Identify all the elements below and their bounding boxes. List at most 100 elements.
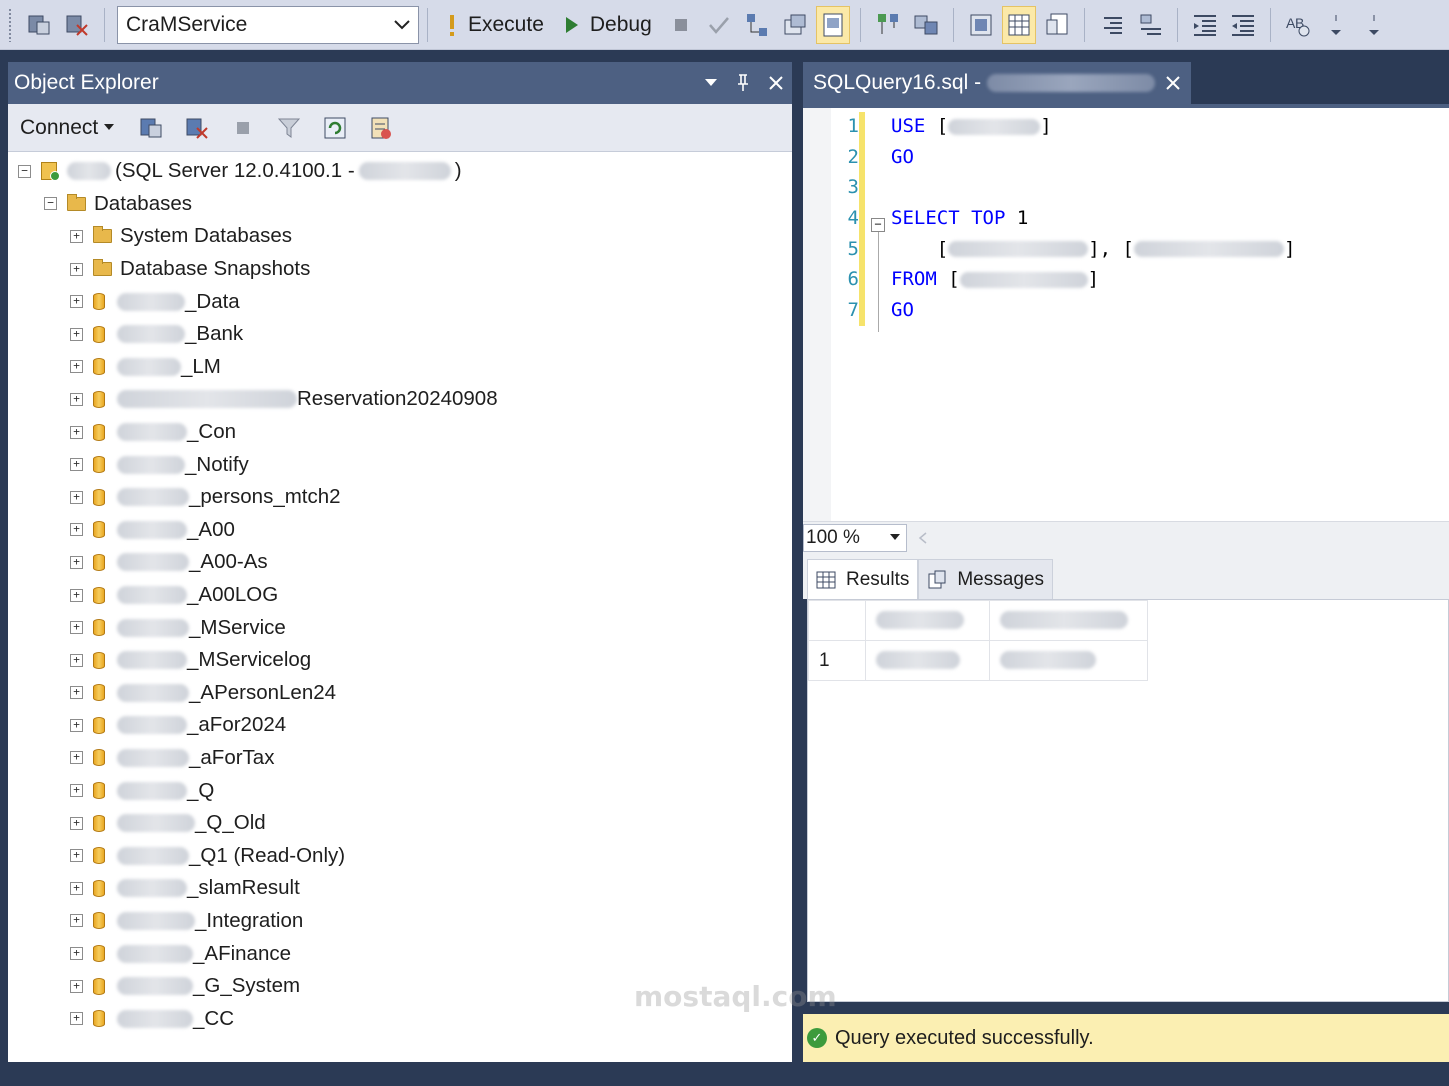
close-icon[interactable] (768, 75, 784, 91)
grid-cell[interactable] (989, 640, 1148, 681)
connect-icon[interactable] (134, 109, 168, 147)
expand-icon[interactable]: + (70, 490, 83, 504)
refresh-icon[interactable] (318, 109, 352, 147)
connect-object-explorer-icon[interactable] (22, 6, 56, 44)
tree-node-database[interactable]: + _LM (8, 351, 792, 384)
tree-node-database[interactable]: + _MService (8, 611, 792, 644)
results-to-file-icon[interactable] (815, 5, 850, 44)
expand-icon[interactable]: + (70, 327, 83, 341)
stop-icon[interactable] (226, 109, 260, 147)
toolbar-overflow-chevron-icon[interactable] (1319, 6, 1353, 44)
expand-icon[interactable]: + (70, 588, 83, 602)
expand-icon[interactable]: + (70, 523, 83, 537)
expand-icon[interactable]: + (70, 392, 83, 406)
client-stats-icon[interactable] (964, 6, 998, 44)
tree-node-database[interactable]: + _Q_Old (8, 807, 792, 840)
tree-node-database[interactable]: + _AFinance (8, 937, 792, 970)
pin-icon[interactable] (736, 73, 750, 93)
tab-results[interactable]: Results (807, 559, 919, 599)
parse-checkmark-icon[interactable] (702, 6, 736, 44)
tree-node-database[interactable]: + _A00LOG (8, 579, 792, 612)
tree-node-database-snapshots[interactable]: + Database Snapshots (8, 253, 792, 286)
activity-monitor-icon[interactable] (364, 109, 398, 147)
stop-icon[interactable] (664, 6, 698, 44)
tree-node-database[interactable]: + _Con (8, 416, 792, 449)
row-number[interactable]: 1 (808, 640, 866, 681)
tree-node-server[interactable]: − (SQL Server 12.0.4100.1 - ) (8, 155, 792, 188)
filter-icon[interactable] (272, 109, 306, 147)
sql-editor[interactable]: 1 2 3 4 5 6 7 − USE [] GO SELECT TOP 1 [… (803, 108, 1449, 521)
expand-icon[interactable]: + (70, 686, 83, 700)
specify-values-icon[interactable]: AB (1281, 6, 1315, 44)
collapse-icon[interactable]: − (44, 197, 57, 211)
tree-node-database[interactable]: + Reservation20240908 (8, 383, 792, 416)
display-plan-icon[interactable] (740, 6, 774, 44)
collapse-region-icon[interactable]: − (871, 218, 885, 232)
grid-cell[interactable] (865, 640, 990, 681)
uncomment-lines-icon[interactable] (1133, 6, 1167, 44)
expand-icon[interactable]: + (70, 1012, 83, 1026)
tree-node-database[interactable]: + _A00-As (8, 546, 792, 579)
expand-icon[interactable]: + (70, 555, 83, 569)
expand-icon[interactable]: + (70, 295, 83, 309)
close-icon[interactable] (1165, 75, 1181, 91)
increase-indent-icon[interactable] (1226, 6, 1260, 44)
tree-node-database[interactable]: + _MServicelog (8, 644, 792, 677)
tree-node-database[interactable]: + _APersonLen24 (8, 677, 792, 710)
expand-icon[interactable]: + (70, 849, 83, 863)
tree-node-system-databases[interactable]: + System Databases (8, 220, 792, 253)
tree-node-database[interactable]: + _persons_mtch2 (8, 481, 792, 514)
results-to-grid-icon[interactable] (1001, 5, 1036, 44)
expand-icon[interactable]: + (70, 621, 83, 635)
expand-icon[interactable]: + (70, 653, 83, 667)
grid-corner[interactable] (808, 600, 866, 641)
include-plan-icon[interactable] (871, 6, 905, 44)
expand-icon[interactable]: + (70, 914, 83, 928)
debug-button[interactable]: Debug (554, 6, 662, 44)
expand-icon[interactable]: + (70, 979, 83, 993)
collapse-icon[interactable]: − (18, 164, 31, 178)
expand-icon[interactable]: + (70, 947, 83, 961)
tree-node-database[interactable]: + _slamResult (8, 872, 792, 905)
toolbar-options-chevron-icon[interactable] (1357, 6, 1391, 44)
tree-node-database[interactable]: + _Integration (8, 905, 792, 938)
tree-node-database[interactable]: + _Bank (8, 318, 792, 351)
tree-node-database[interactable]: + _Data (8, 285, 792, 318)
toolbar-grip[interactable] (8, 7, 12, 42)
execute-button[interactable]: Execute (436, 6, 554, 44)
results-grid[interactable]: 1 (808, 600, 1148, 681)
tree-node-databases[interactable]: − Databases (8, 188, 792, 221)
grid-column-header[interactable] (865, 600, 990, 641)
tree-node-database[interactable]: + _Q1 (Read-Only) (8, 839, 792, 872)
connect-button[interactable]: Connect (20, 116, 115, 140)
decrease-indent-icon[interactable] (1188, 6, 1222, 44)
tree-node-database[interactable]: + _Notify (8, 448, 792, 481)
scroll-left-icon[interactable] (917, 531, 929, 545)
comment-lines-icon[interactable] (1095, 6, 1129, 44)
tab-messages[interactable]: Messages (918, 559, 1053, 599)
tree-node-database[interactable]: + _aForTax (8, 742, 792, 775)
disconnect-icon[interactable] (180, 109, 214, 147)
grid-column-header[interactable] (989, 600, 1148, 641)
expand-icon[interactable]: + (70, 718, 83, 732)
expand-icon[interactable]: + (70, 751, 83, 765)
query-designer-icon[interactable] (778, 6, 812, 44)
expand-icon[interactable]: + (70, 229, 83, 243)
expand-icon[interactable]: + (70, 425, 83, 439)
tree-node-database[interactable]: + _Q (8, 774, 792, 807)
query-tab[interactable]: SQLQuery16.sql - (803, 62, 1191, 104)
expand-icon[interactable]: + (70, 784, 83, 798)
available-databases-select[interactable]: CraMService (117, 5, 419, 44)
disconnect-icon[interactable] (60, 6, 94, 44)
panel-menu-icon[interactable] (704, 78, 718, 88)
tree-node-database[interactable]: + _aFor2024 (8, 709, 792, 742)
live-stats-icon[interactable] (909, 6, 943, 44)
expand-icon[interactable]: + (70, 816, 83, 830)
results-to-text-icon[interactable] (1040, 6, 1074, 44)
expand-icon[interactable]: + (70, 458, 83, 472)
tree-node-database[interactable]: + _A00 (8, 514, 792, 547)
expand-icon[interactable]: + (70, 360, 83, 374)
expand-icon[interactable]: + (70, 881, 83, 895)
zoom-select[interactable]: 100 % (803, 523, 907, 552)
expand-icon[interactable]: + (70, 262, 83, 276)
